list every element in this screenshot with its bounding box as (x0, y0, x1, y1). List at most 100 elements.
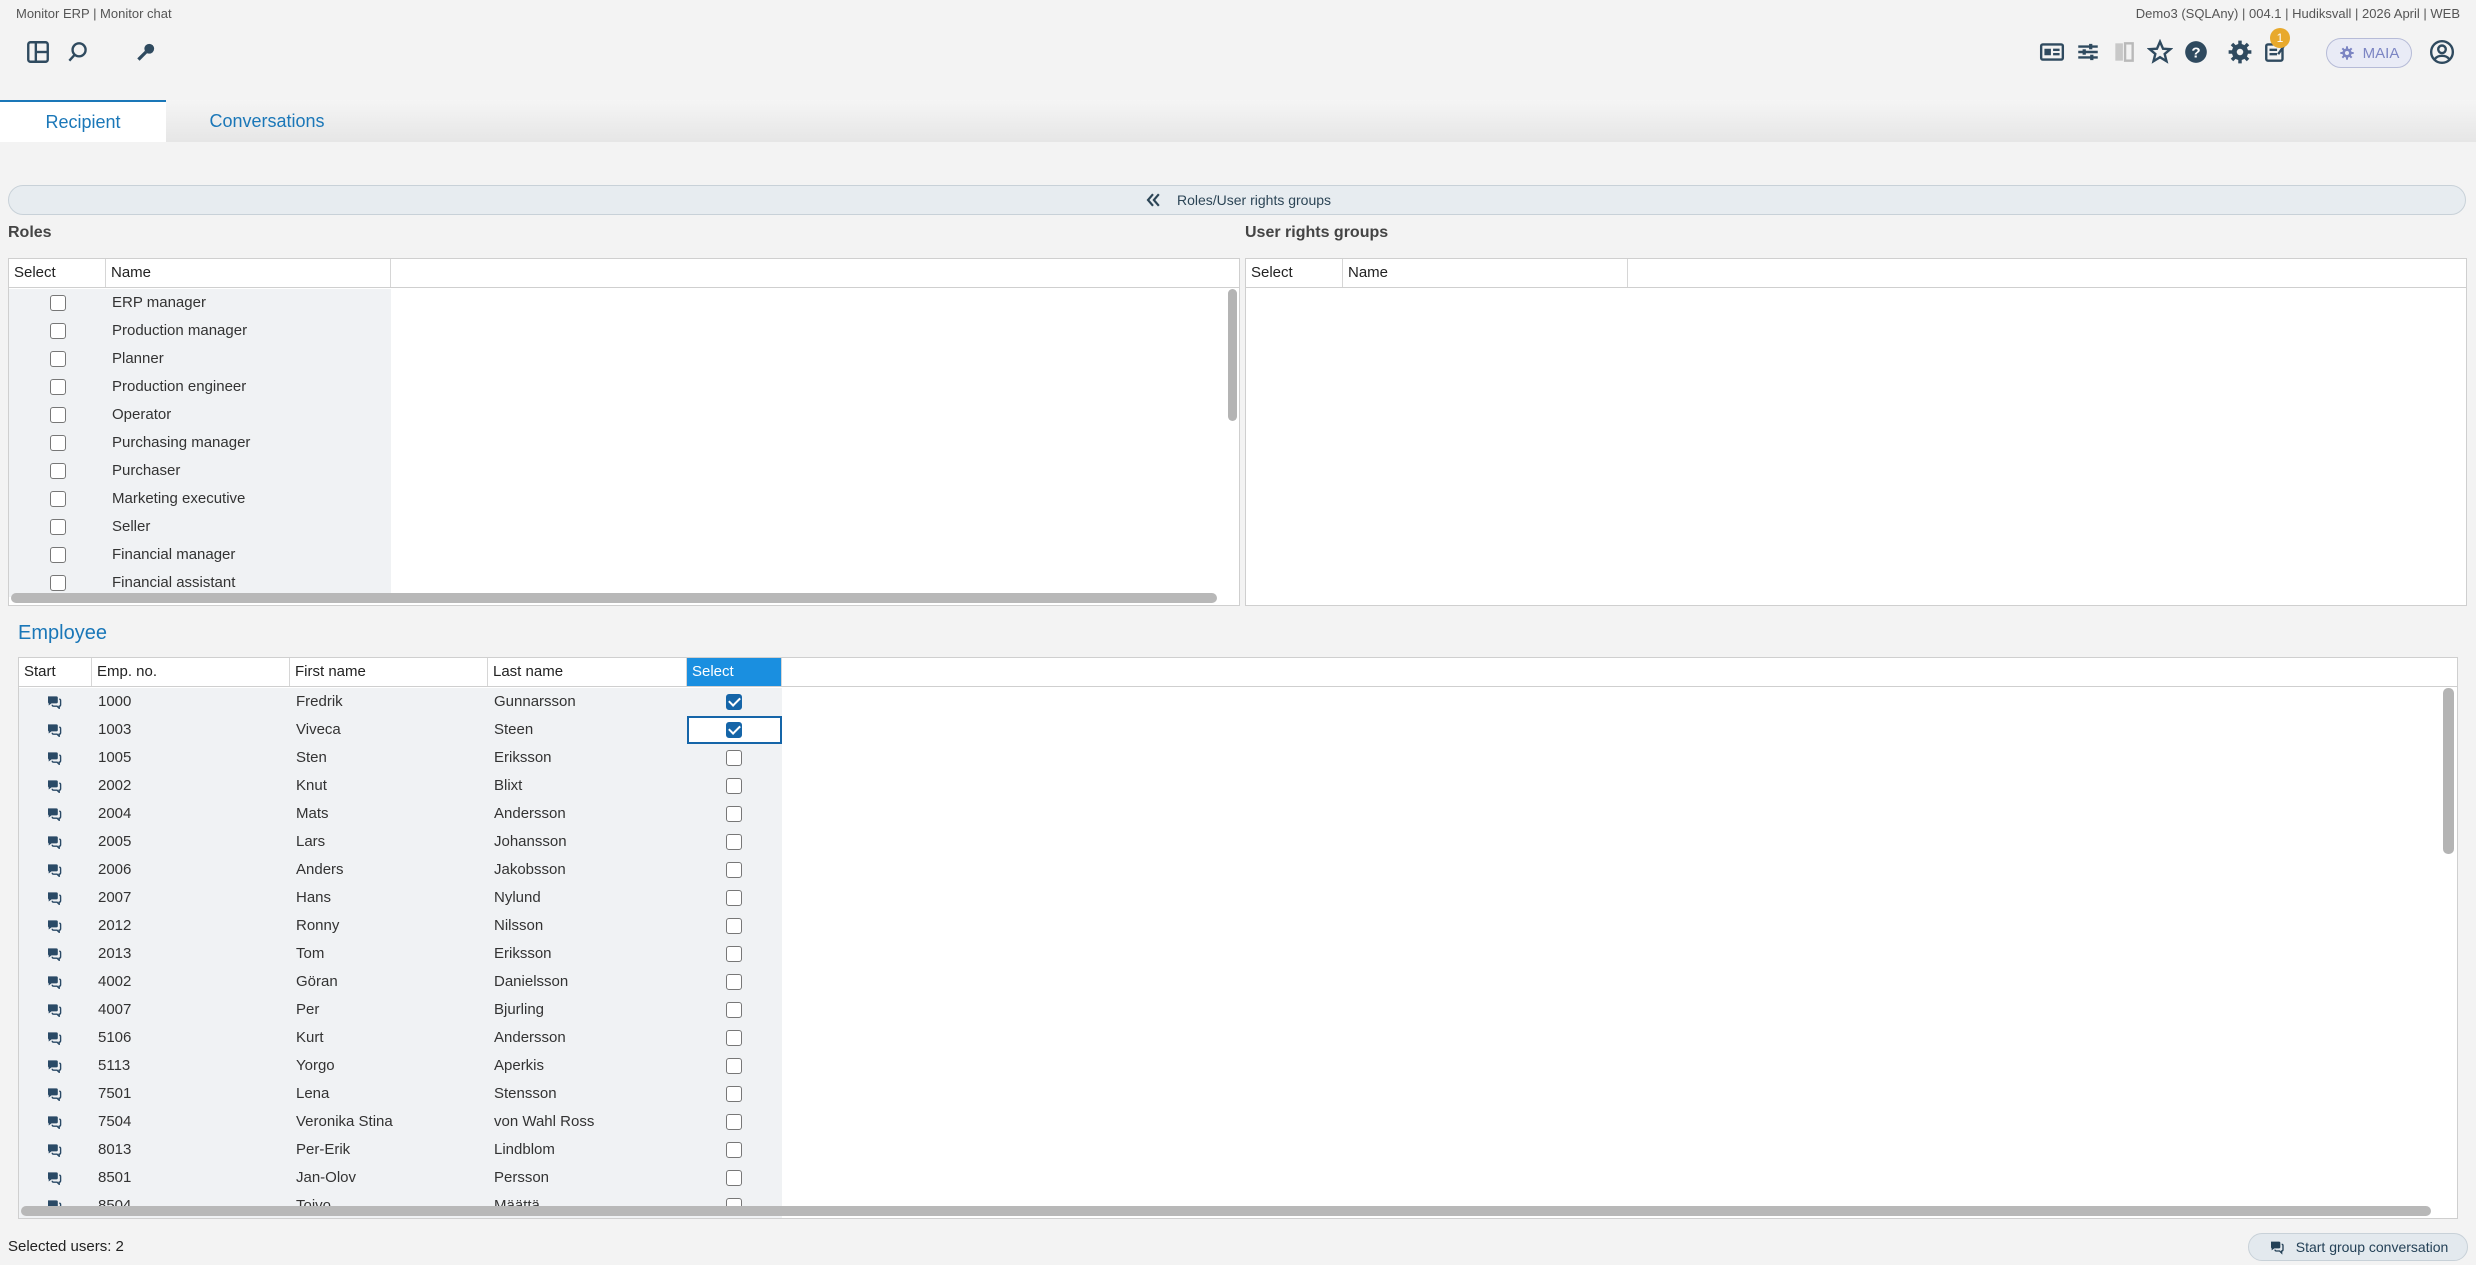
role-select-checkbox[interactable] (50, 519, 66, 535)
adjust-icon[interactable] (2070, 34, 2106, 70)
roles-row[interactable]: Planner (9, 345, 1224, 373)
employee-select-checkbox[interactable] (726, 946, 742, 962)
emp-header-start[interactable]: Start (19, 658, 92, 686)
layout-toggle-icon[interactable] (20, 34, 56, 70)
emp-header-emp-no[interactable]: Emp. no. (92, 658, 290, 686)
start-chat-icon[interactable] (46, 779, 64, 793)
role-select-checkbox[interactable] (50, 323, 66, 339)
roles-row[interactable]: Production engineer (9, 373, 1224, 401)
employee-select-checkbox[interactable] (726, 750, 742, 766)
roles-row[interactable]: Marketing executive (9, 485, 1224, 513)
urg-header-select[interactable]: Select (1246, 259, 1343, 287)
roles-row[interactable]: Financial manager (9, 541, 1224, 569)
settings-gear-icon[interactable] (2222, 34, 2258, 70)
card-view-icon[interactable] (2034, 34, 2070, 70)
search-icon[interactable] (60, 34, 96, 70)
roles-row[interactable]: Purchaser (9, 457, 1224, 485)
tab-recipient[interactable]: Recipient (0, 100, 166, 142)
employee-select-checkbox[interactable] (726, 778, 742, 794)
start-chat-icon[interactable] (46, 1115, 64, 1129)
start-chat-icon[interactable] (46, 835, 64, 849)
urg-header-name[interactable]: Name (1343, 259, 1628, 287)
start-chat-icon[interactable] (46, 1087, 64, 1101)
employee-select-checkbox[interactable] (726, 974, 742, 990)
start-chat-icon[interactable] (46, 1003, 64, 1017)
start-chat-icon[interactable] (46, 919, 64, 933)
start-chat-icon[interactable] (46, 1059, 64, 1073)
emp-header-first-name[interactable]: First name (290, 658, 488, 686)
employee-row[interactable]: 8013 Per-Erik Lindblom (19, 1136, 2439, 1164)
employee-row[interactable]: 2002 Knut Blixt (19, 772, 2439, 800)
roles-header-name[interactable]: Name (106, 259, 391, 287)
tab-conversations[interactable]: Conversations (166, 100, 368, 142)
employee-select-checkbox[interactable] (726, 806, 742, 822)
employee-row[interactable]: 2004 Mats Andersson (19, 800, 2439, 828)
start-chat-icon[interactable] (46, 863, 64, 877)
start-chat-icon[interactable] (46, 751, 64, 765)
start-chat-icon[interactable] (46, 1143, 64, 1157)
employee-row[interactable]: 7501 Lena Stensson (19, 1080, 2439, 1108)
employee-row[interactable]: 2005 Lars Johansson (19, 828, 2439, 856)
start-chat-icon[interactable] (46, 947, 64, 961)
employee-row[interactable]: 1000 Fredrik Gunnarsson (19, 688, 2439, 716)
employee-row[interactable]: 8501 Jan-Olov Persson (19, 1164, 2439, 1192)
employee-row[interactable]: 2006 Anders Jakobsson (19, 856, 2439, 884)
role-select-checkbox[interactable] (50, 547, 66, 563)
roles-row[interactable]: Operator (9, 401, 1224, 429)
employee-select-checkbox[interactable] (726, 722, 742, 738)
employee-select-checkbox[interactable] (726, 1086, 742, 1102)
role-select-checkbox[interactable] (50, 491, 66, 507)
roles-row[interactable]: Production manager (9, 317, 1224, 345)
employee-row[interactable]: 2012 Ronny Nilsson (19, 912, 2439, 940)
employee-select-checkbox[interactable] (726, 1030, 742, 1046)
role-select-checkbox[interactable] (50, 295, 66, 311)
employee-select-checkbox[interactable] (726, 862, 742, 878)
key-search-icon[interactable] (128, 34, 164, 70)
book-icon[interactable] (2106, 34, 2142, 70)
employee-row[interactable]: 1005 Sten Eriksson (19, 744, 2439, 772)
user-profile-icon[interactable] (2424, 34, 2460, 70)
employee-row[interactable]: 2013 Tom Eriksson (19, 940, 2439, 968)
employee-row[interactable]: 4007 Per Bjurling (19, 996, 2439, 1024)
roles-header-select[interactable]: Select (9, 259, 106, 287)
employee-select-checkbox[interactable] (726, 890, 742, 906)
employee-select-checkbox[interactable] (726, 1114, 742, 1130)
employee-select-checkbox[interactable] (726, 1002, 742, 1018)
employee-select-checkbox[interactable] (726, 918, 742, 934)
maia-button[interactable]: MAIA (2326, 38, 2412, 68)
employee-select-checkbox[interactable] (726, 1058, 742, 1074)
star-icon[interactable] (2142, 34, 2178, 70)
roles-vertical-scrollbar[interactable] (1228, 289, 1237, 421)
start-chat-icon[interactable] (46, 807, 64, 821)
employee-row[interactable]: 2007 Hans Nylund (19, 884, 2439, 912)
role-select-checkbox[interactable] (50, 575, 66, 591)
roles-horizontal-scrollbar[interactable] (11, 593, 1217, 603)
start-chat-icon[interactable] (46, 695, 64, 709)
roles-row[interactable]: Seller (9, 513, 1224, 541)
role-select-checkbox[interactable] (50, 379, 66, 395)
employee-select-checkbox[interactable] (726, 694, 742, 710)
role-select-checkbox[interactable] (50, 463, 66, 479)
employee-select-checkbox[interactable] (726, 1170, 742, 1186)
start-chat-icon[interactable] (46, 1031, 64, 1045)
employee-horizontal-scrollbar[interactable] (21, 1206, 2431, 1216)
employee-row[interactable]: 4002 Göran Danielsson (19, 968, 2439, 996)
employee-select-checkbox[interactable] (726, 834, 742, 850)
employee-row[interactable]: 5106 Kurt Andersson (19, 1024, 2439, 1052)
help-icon[interactable]: ? (2178, 34, 2214, 70)
roles-row[interactable]: Purchasing manager (9, 429, 1224, 457)
role-select-checkbox[interactable] (50, 435, 66, 451)
roles-row[interactable]: ERP manager (9, 289, 1224, 317)
employee-vertical-scrollbar[interactable] (2443, 688, 2454, 854)
emp-header-last-name[interactable]: Last name (488, 658, 687, 686)
start-chat-icon[interactable] (46, 891, 64, 905)
start-chat-icon[interactable] (46, 723, 64, 737)
start-chat-icon[interactable] (46, 1171, 64, 1185)
employee-row[interactable]: 5113 Yorgo Aperkis (19, 1052, 2439, 1080)
roles-groups-collapse-bar[interactable]: Roles/User rights groups (8, 185, 2466, 215)
role-select-checkbox[interactable] (50, 407, 66, 423)
start-group-conversation-button[interactable]: Start group conversation (2248, 1233, 2468, 1261)
employee-row[interactable]: 7504 Veronika Stina von Wahl Ross (19, 1108, 2439, 1136)
employee-select-checkbox[interactable] (726, 1142, 742, 1158)
emp-header-select[interactable]: Select (687, 658, 782, 686)
